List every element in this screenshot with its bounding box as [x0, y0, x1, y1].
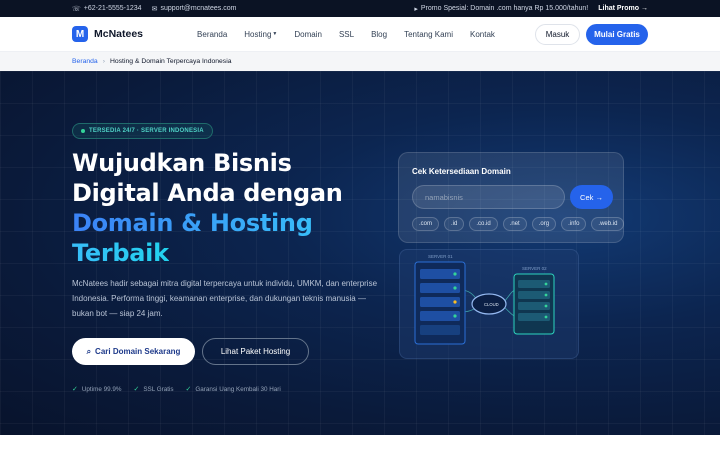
- headline-line-3: Domain & Hosting: [72, 209, 313, 237]
- nav-item-beranda[interactable]: Beranda: [197, 30, 227, 39]
- breadcrumb-separator: ›: [102, 58, 105, 65]
- main-navbar: M McNatees Beranda Hosting ▼ Domain SSL …: [0, 17, 720, 52]
- server-right-icon: [513, 273, 555, 335]
- promo-link[interactable]: Lihat Promo →: [598, 5, 648, 12]
- nav-item-hosting[interactable]: Hosting ▼: [244, 30, 277, 39]
- promo-banner: ▸ Promo Spesial: Domain .com hanya Rp 15…: [414, 5, 588, 13]
- breadcrumb-current: Hosting & Domain Terpercaya Indonesia: [109, 58, 232, 65]
- tld-chip[interactable]: .net: [502, 217, 527, 231]
- search-icon: ⌕: [86, 346, 92, 356]
- page-bottom-strip: [0, 435, 720, 450]
- logo-icon: M: [72, 26, 88, 42]
- promo-text: Promo Spesial: Domain .com hanya Rp 15.0…: [420, 5, 589, 12]
- chevron-down-icon: ▼: [272, 31, 278, 37]
- status-dot-icon: [81, 129, 85, 133]
- tld-chip[interactable]: .org: [531, 217, 557, 231]
- badge-text: TERSEDIA 24/7 · SERVER INDONESIA: [89, 128, 204, 134]
- feature-label: Uptime 99.9%: [81, 385, 122, 393]
- phone-number: +62-21-5555-1234: [83, 5, 142, 12]
- check-icon: ✓: [185, 386, 192, 393]
- logo[interactable]: M McNatees: [72, 26, 143, 42]
- tld-list: .com .id .co.id .net .org .info .web.id: [412, 217, 625, 231]
- domain-search-title: Cek Ketersediaan Domain: [412, 167, 511, 176]
- breadcrumb: Beranda › Hosting & Domain Terpercaya In…: [0, 52, 720, 71]
- server-left-icon: [414, 261, 466, 345]
- feature-item: ✓ Uptime 99.9%: [72, 385, 122, 394]
- mail-icon: ✉: [151, 5, 158, 13]
- server-illustration: SERVER 01 CLOUD SERVER 02: [414, 254, 555, 345]
- signup-button[interactable]: Mulai Gratis: [586, 23, 648, 45]
- feature-item: ✓ SSL Gratis: [133, 385, 174, 394]
- search-domain-label: Cari Domain Sekarang: [95, 347, 181, 356]
- tag-icon: ▸: [414, 5, 418, 13]
- hero-section: TERSEDIA 24/7 · SERVER INDONESIA Wujudka…: [0, 71, 720, 435]
- cloud-label: CLOUD: [484, 302, 499, 307]
- phone-icon: ☏: [72, 5, 81, 13]
- nav-item-blog[interactable]: Blog: [371, 30, 387, 39]
- nav-item-label: Hosting: [244, 29, 272, 39]
- server-right-label: SERVER 02: [522, 266, 547, 271]
- nav-item-domain[interactable]: Domain: [294, 30, 322, 39]
- search-domain-button[interactable]: ⌕ Cari Domain Sekarang: [72, 338, 195, 365]
- tld-chip[interactable]: .id: [444, 217, 465, 231]
- feature-item: ✓ Garansi Uang Kembali 30 Hari: [185, 385, 281, 394]
- headline-line-4: Terbaik: [72, 239, 169, 267]
- login-button[interactable]: Masuk: [535, 23, 580, 45]
- breadcrumb-home[interactable]: Beranda: [72, 58, 98, 65]
- cloud-icon: CLOUD: [471, 293, 507, 315]
- availability-badge: TERSEDIA 24/7 · SERVER INDONESIA: [72, 123, 213, 139]
- feature-label: SSL Gratis: [143, 385, 174, 393]
- server-diagram: SERVER 01 CLOUD SERVER 02: [399, 249, 579, 359]
- tld-chip[interactable]: .com: [412, 217, 440, 231]
- nav-item-kontak[interactable]: Kontak: [470, 30, 495, 39]
- feature-label: Garansi Uang Kembali 30 Hari: [195, 385, 281, 393]
- contact-phone[interactable]: ☏ +62-21-5555-1234: [72, 5, 142, 13]
- tld-chip[interactable]: .co.id: [469, 217, 498, 231]
- check-icon: ✓: [133, 386, 140, 393]
- contact-email[interactable]: ✉ support@mcnatees.com: [152, 5, 237, 13]
- hero-description: McNatees hadir sebagai mitra digital ter…: [72, 279, 378, 318]
- headline-line-2: Digital Anda dengan: [72, 179, 343, 207]
- brand-name: McNatees: [94, 28, 144, 40]
- top-bar: ☏ +62-21-5555-1234 ✉ support@mcnatees.co…: [0, 0, 720, 17]
- check-domain-button[interactable]: Cek →: [570, 185, 613, 209]
- nav-menu: Beranda Hosting ▼ Domain SSL Blog Tentan…: [197, 30, 495, 39]
- feature-list: ✓ Uptime 99.9% ✓ SSL Gratis ✓ Garansi Ua…: [72, 385, 281, 394]
- server-left-label: SERVER 01: [428, 254, 453, 259]
- nav-item-tentang-kami[interactable]: Tentang Kami: [404, 30, 453, 39]
- domain-search-card: Cek Ketersediaan Domain Cek → .com .id .…: [398, 152, 625, 243]
- tld-chip[interactable]: .web.id: [591, 217, 625, 231]
- view-hosting-button[interactable]: Lihat Paket Hosting: [202, 338, 309, 365]
- domain-search-input[interactable]: [412, 185, 565, 209]
- email-address: support@mcnatees.com: [160, 5, 237, 12]
- check-icon: ✓: [72, 386, 78, 393]
- nav-item-ssl[interactable]: SSL: [339, 30, 354, 39]
- tld-chip[interactable]: .info: [561, 217, 587, 231]
- headline-line-1: Wujudkan Bisnis: [72, 149, 292, 177]
